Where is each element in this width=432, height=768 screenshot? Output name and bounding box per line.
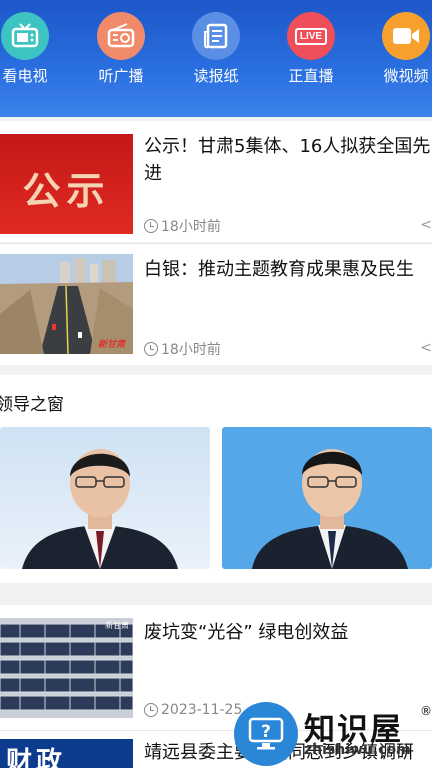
- news-time: 18小时前: [144, 339, 221, 359]
- nav-item-video[interactable]: 微视频: [358, 12, 432, 86]
- nav-label-live: 正直播: [288, 67, 334, 85]
- nav-item-tv[interactable]: 看电视: [0, 12, 73, 86]
- radio-icon: [97, 12, 145, 60]
- leader-portrait[interactable]: [222, 427, 432, 569]
- nav-label-video: 微视频: [383, 67, 429, 85]
- help-icon: ?: [234, 702, 298, 766]
- nav-label-radio: 听广播: [98, 67, 144, 85]
- news-item[interactable]: 新甘肃 白银：推动主题教育成果惠及民生 18小时前 <: [0, 244, 432, 365]
- news-thumbnail: 财政: [0, 739, 133, 768]
- svg-text:?: ?: [261, 722, 271, 742]
- news-thumbnail: 公示: [0, 134, 133, 234]
- video-camera-icon: [382, 12, 430, 60]
- section-title: 领导之窗: [0, 395, 64, 415]
- nav-label-newspaper: 读报纸: [193, 67, 239, 85]
- nav-item-newspaper[interactable]: 读报纸: [168, 12, 264, 86]
- news-title[interactable]: 白银：推动主题教育成果惠及民生: [144, 256, 432, 283]
- thumbnail-caption: 新甘肃: [97, 340, 125, 350]
- news-time: 2023-11-25: [144, 702, 242, 718]
- nav-item-live[interactable]: LIVE 正直播: [263, 12, 359, 86]
- clock-icon: [144, 219, 158, 233]
- clock-icon: [144, 342, 158, 356]
- newspaper-icon: [192, 12, 240, 60]
- share-icon[interactable]: <: [420, 340, 432, 356]
- news-title[interactable]: 废坑变“光谷” 绿电创效益: [144, 619, 432, 646]
- news-time-text: 18小时前: [161, 342, 221, 358]
- watermark-url: zhishiwu.com: [304, 742, 411, 758]
- news-time: 18小时前: [144, 216, 221, 236]
- thumbnail-caption: 新甘肃: [105, 621, 129, 630]
- clock-icon: [144, 703, 158, 717]
- news-time-text: 2023-11-25: [161, 702, 243, 718]
- top-nav-bar: 看电视 听广播 读报纸 LIVE 正直播 微视频: [0, 0, 432, 117]
- live-icon: LIVE: [287, 12, 335, 60]
- news-thumbnail: 新甘肃: [0, 254, 133, 354]
- thumbnail-text: 公示: [22, 169, 111, 213]
- share-icon[interactable]: <: [420, 217, 432, 233]
- live-badge: LIVE: [294, 27, 328, 45]
- leader-portrait[interactable]: [0, 427, 210, 569]
- tv-icon: [1, 12, 49, 60]
- news-title[interactable]: 公示！甘肃5集体、16人拟获全国先进: [144, 133, 432, 187]
- news-item[interactable]: 公示 公示！甘肃5集体、16人拟获全国先进 18小时前 <: [0, 121, 432, 242]
- watermark-registered: ®: [420, 704, 432, 718]
- news-thumbnail: 新甘肃: [0, 618, 133, 718]
- watermark-logo: ? 知识屋 ® zhishiwu.com: [232, 700, 432, 768]
- nav-item-radio[interactable]: 听广播: [73, 12, 169, 86]
- news-time-text: 18小时前: [161, 219, 221, 235]
- thumbnail-text: 财政: [6, 747, 67, 768]
- nav-label-tv: 看电视: [2, 67, 48, 85]
